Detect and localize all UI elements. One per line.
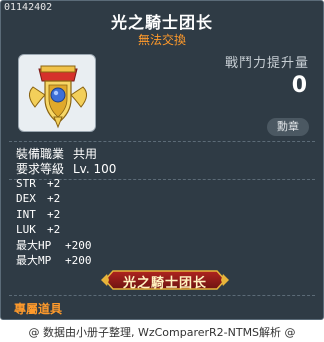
level-label: 要求等級 — [16, 162, 65, 176]
item-icon-frame — [18, 54, 96, 132]
stat-value: +200 — [65, 239, 92, 252]
stat-key: STR — [16, 177, 36, 190]
power-label: 戰鬥力提升量 — [224, 56, 309, 71]
stat-value: +2 — [47, 177, 61, 190]
level-value: Lv. 100 — [73, 162, 117, 176]
trade-status: 無法交換 — [137, 33, 186, 47]
stat-key: LUK — [16, 223, 36, 236]
stat-value: +2 — [47, 192, 61, 205]
stat-value: +2 — [47, 223, 61, 236]
knight-medal-icon — [29, 65, 87, 129]
title-plate: 光之騎士团长 — [101, 269, 229, 291]
divider — [9, 295, 315, 296]
divider — [9, 141, 315, 142]
footer-credit: @ 数据由小册子整理, WzComparerR2-NTMS解析 @ — [28, 326, 296, 339]
job-label: 裝備職業 — [16, 147, 65, 161]
job-value: 共用 — [73, 147, 98, 161]
item-title: 光之騎士团长 — [110, 13, 213, 32]
stat-key: DEX — [16, 192, 36, 205]
stat-key: 最大MP — [16, 254, 52, 267]
stat-key: 最大HP — [16, 239, 52, 252]
item-tooltip: 01142402 光之騎士团长 無法交換 戰鬥力提升量 0 勳章 裝備職業 共用… — [0, 0, 324, 320]
title-plate-text: 光之騎士团长 — [122, 276, 207, 291]
medal-badge: 勳章 — [267, 118, 309, 136]
stat-value: +2 — [47, 208, 61, 221]
stat-key: INT — [16, 208, 36, 221]
stat-value: +200 — [65, 254, 92, 267]
exclusive-label: 專屬道具 — [14, 302, 63, 316]
power-value: 0 — [291, 73, 307, 98]
